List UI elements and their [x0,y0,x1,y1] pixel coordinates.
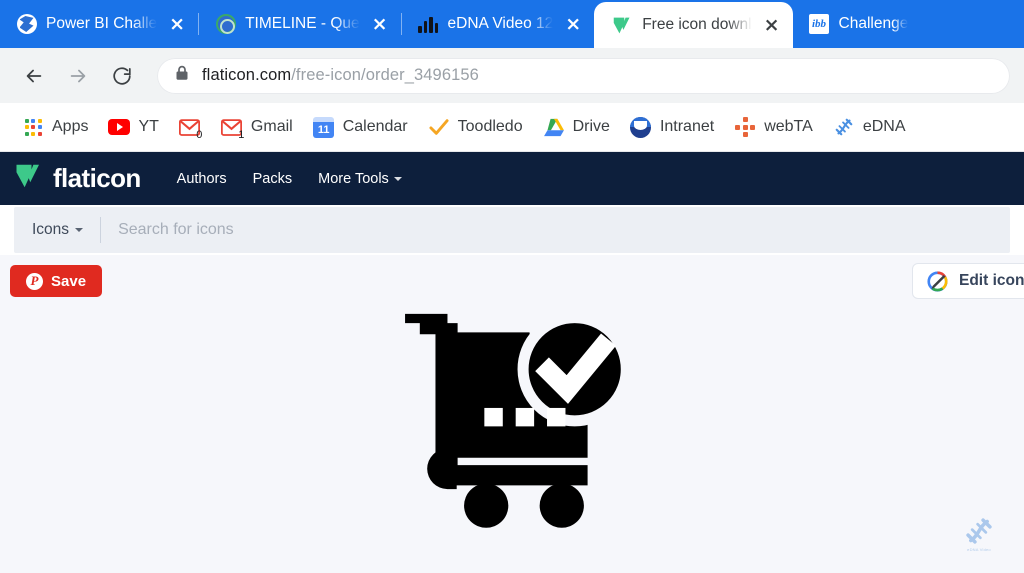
browser-tab-challenge[interactable]: ibb Challenge [793,0,919,48]
icon-preview-stage [0,255,1024,564]
tab-title: Free icon downl [642,16,752,33]
bookmark-label: YT [138,118,159,135]
nav-item-more-tools[interactable]: More Tools [318,171,402,187]
bookmarks-bar: Apps YT 0 1 Gmail 11 Calendar Toodledo D… [0,103,1024,152]
bookmark-edna[interactable]: eDNA [825,112,914,142]
barchart-icon [418,14,439,35]
gmail-unread-badge: 1 [238,128,245,141]
bookmark-label: Apps [52,118,89,135]
browser-tab-power-bi[interactable]: Power BI Challe × [0,0,198,48]
gmail-icon: 1 [221,116,245,141]
tab-close-button[interactable]: × [166,14,188,34]
browser-tab-edna-video[interactable]: eDNA Video 12 × [402,0,595,48]
browser-toolbar: flaticon.com/free-icon/order_3496156 [0,48,1024,103]
flaticon-icon [612,15,633,36]
browser-tab-strip: Power BI Challe × TIMELINE - Que × eDNA … [0,0,1024,48]
search-category-label: Icons [32,221,70,238]
edna-icon [833,116,855,138]
site-header: flaticon Authors Packs More Tools [0,152,1024,205]
site-logo-text: flaticon [53,163,141,193]
tab-title: Power BI Challe [46,15,158,32]
address-bar-url: flaticon.com/free-icon/order_3496156 [202,66,479,85]
forward-arrow-icon[interactable] [58,56,98,96]
gmail-icon: 0 [179,116,203,141]
timeline-icon [215,14,236,35]
chevron-down-icon [393,176,402,181]
reload-icon[interactable] [102,56,142,96]
tab-close-button[interactable]: × [369,14,391,34]
bookmark-apps[interactable]: Apps [14,112,96,142]
youtube-icon [108,116,131,138]
bookmark-label: Calendar [342,118,408,135]
edna-dna-icon [966,518,992,544]
chevron-down-icon [75,228,84,232]
bookmark-youtube[interactable]: YT [100,112,166,142]
noaa-icon [630,116,652,138]
bookmark-toodledo[interactable]: Toodledo [420,112,531,142]
nav-item-authors[interactable]: Authors [177,171,227,187]
bookmark-drive[interactable]: Drive [535,112,618,142]
site-search-bar[interactable]: Icons [14,207,1010,253]
bookmark-label: Intranet [659,118,715,135]
search-input[interactable] [101,221,1010,239]
bookmark-label: Gmail [250,118,293,135]
edna-watermark: eDNA Video [956,516,1002,558]
search-category-dropdown[interactable]: Icons [32,221,100,239]
nav-label: More Tools [318,170,389,187]
tab-title: Challenge [838,15,909,32]
bookmark-webta[interactable]: webTA [726,112,821,142]
apps-grid-icon [22,116,44,138]
address-bar[interactable]: flaticon.com/free-icon/order_3496156 [157,57,1010,94]
site-logo[interactable]: flaticon [14,161,141,196]
site-search-row: Icons [0,205,1024,255]
bookmark-gmail-1[interactable]: 1 Gmail [213,112,301,142]
tab-close-button[interactable]: × [562,14,584,34]
bookmark-label: webTA [764,118,813,135]
checkmark-icon [428,116,450,138]
bookmark-gmail-0[interactable]: 0 [171,112,209,142]
back-arrow-icon[interactable] [14,56,54,96]
gmail-unread-badge: 0 [196,128,203,141]
google-drive-icon [543,116,565,138]
calendar-icon: 11 [313,116,335,138]
icon-detail-content: P Save Edit icon eDNA Video [0,255,1024,564]
watermark-label: eDNA Video [967,547,991,552]
webta-dots-icon [734,116,756,138]
lock-icon [175,65,189,86]
order-shopping-cart-check-icon [405,311,630,528]
tab-close-button[interactable]: × [761,15,783,35]
browser-tab-flaticon-active[interactable]: Free icon downl × [594,2,793,48]
bookmark-label: Drive [572,118,610,135]
nav-label: Authors [176,170,227,187]
powerbi-icon [16,14,37,35]
tab-title: TIMELINE - Que [245,15,360,32]
site-nav: Authors Packs More Tools [177,171,402,187]
ibb-icon: ibb [809,14,830,35]
browser-tab-timeline[interactable]: TIMELINE - Que × [199,0,400,48]
nav-label: Packs [252,170,293,187]
url-path: /free-icon/order_3496156 [291,66,479,84]
tab-title: eDNA Video 12 [447,15,554,32]
flaticon-v-logo [14,161,44,196]
bookmark-calendar[interactable]: 11 Calendar [305,112,416,142]
calendar-day-number: 11 [313,116,335,138]
bookmark-intranet[interactable]: Intranet [622,112,722,142]
nav-item-packs[interactable]: Packs [253,171,293,187]
bookmark-label: Toodledo [457,118,523,135]
url-domain: flaticon.com [202,66,292,84]
bookmark-label: eDNA [862,118,906,135]
